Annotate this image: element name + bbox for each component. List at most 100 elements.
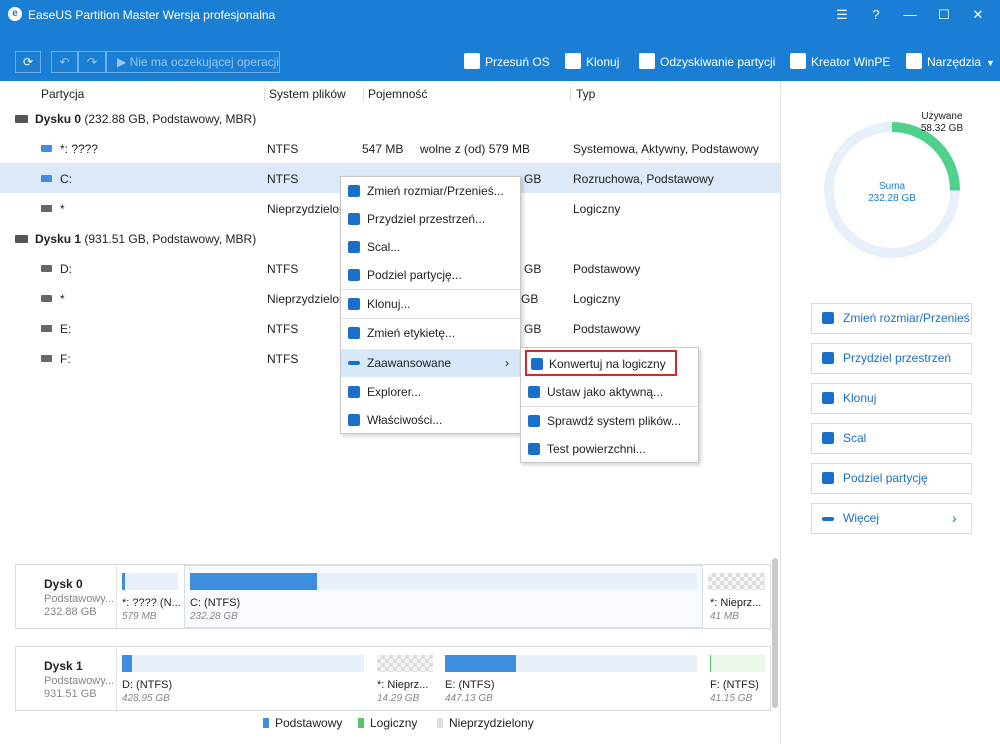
partition-filesystem: NTFS [267, 142, 299, 156]
partition-free: wolne z (od) 579 MB [420, 142, 531, 156]
chevron-right-icon: › [505, 356, 509, 370]
total-label: Suma [878, 181, 906, 192]
partition-type: Podstawowy [573, 322, 641, 336]
header-capacity[interactable]: Pojemność [368, 81, 427, 107]
disk-map-type: Podstawowy... [44, 675, 115, 687]
partition-bar-logical[interactable] [710, 655, 765, 672]
menu-item-surface-test[interactable]: Test powierzchni... [521, 435, 698, 463]
partition-filesystem: NTFS [267, 322, 299, 336]
chevron-down-icon: ▼ [986, 58, 995, 68]
undo-button[interactable]: ↶ [51, 51, 78, 73]
windows-icon [790, 53, 806, 69]
header-filesystem[interactable]: System plików [269, 81, 346, 107]
migrate-os-button[interactable]: Przesuń OS [464, 53, 550, 69]
properties-icon [348, 414, 360, 426]
table-row[interactable]: *: ???? NTFS 547 MB wolne z (od) 579 MB … [0, 133, 780, 163]
redo-button[interactable]: ↷ [78, 51, 106, 73]
action-label: Podziel partycję [843, 471, 928, 485]
menu-item-label: Zmień rozmiar/Przenieś... [367, 184, 504, 198]
partition-filesystem: NTFS [267, 172, 299, 186]
drive-icon [41, 355, 52, 362]
drive-icon [41, 265, 52, 272]
partition-type: Rozruchowa, Podstawowy [573, 172, 714, 186]
maximize-button[interactable]: ☐ [927, 0, 961, 29]
winpe-creator-label: Kreator WinPE [811, 55, 891, 69]
merge-button[interactable]: Scal [811, 423, 972, 454]
convert-icon [531, 358, 543, 370]
menu-item-split-partition[interactable]: Podziel partycję... [341, 261, 520, 289]
minimize-button[interactable]: — [893, 0, 927, 29]
disk-map-divider [116, 647, 117, 710]
resize-move-button[interactable]: Zmień rozmiar/Przenieś [811, 303, 972, 334]
disk-map-scrollbar[interactable] [772, 558, 778, 708]
menu-item-resize-move[interactable]: Zmień rozmiar/Przenieś... [341, 177, 520, 205]
partition-bar[interactable] [445, 655, 697, 672]
clone-label: Klonuj [586, 55, 620, 69]
disk-icon [15, 235, 28, 243]
partition-bar-label: C: (NTFS) [190, 597, 241, 609]
menu-item-label: Zaawansowane [367, 356, 452, 370]
menu-item-label: Zmień etykietę... [367, 326, 456, 340]
menu-icon[interactable]: ☰ [825, 0, 859, 29]
disk-map-type: Podstawowy... [44, 593, 115, 605]
disk-0-header[interactable]: Dysku 0 (232.88 GB, Podstawowy, MBR) [15, 112, 256, 126]
disk-1-header[interactable]: Dysku 1 (931.51 GB, Podstawowy, MBR) [15, 232, 256, 246]
partition-bar-fill [710, 655, 712, 672]
action-label: Zmień rozmiar/Przenieś [843, 311, 970, 325]
clone-partition-button[interactable]: Klonuj [811, 383, 972, 414]
menu-item-advanced[interactable]: Zaawansowane › [341, 349, 520, 377]
partition-bar-unallocated[interactable] [708, 573, 765, 590]
tools-button[interactable]: Narzędzia ▼ [906, 53, 995, 69]
partition-bar-label: *: ???? (N... [122, 597, 181, 609]
partition-bar-label: *: Nieprz... [710, 597, 762, 609]
menu-item-label: Test powierzchni... [547, 442, 646, 456]
migrate-icon [464, 53, 480, 69]
legend-label: Podstawowy [275, 716, 343, 730]
more-dots-icon [348, 361, 360, 365]
header-type[interactable]: Typ [576, 81, 595, 107]
menu-item-check-filesystem[interactable]: Sprawdź system plików... [521, 407, 698, 435]
drive-icon [41, 295, 52, 302]
partition-bar-unallocated[interactable] [377, 655, 433, 672]
help-icon[interactable]: ? [859, 0, 893, 29]
partition-recovery-button[interactable]: Odzyskiwanie partycji [639, 53, 775, 69]
pending-operations-button[interactable]: ▶ Nie ma oczekującej operacji [106, 51, 280, 73]
winpe-creator-button[interactable]: Kreator WinPE [790, 53, 890, 69]
menu-item-properties[interactable]: Właściwości... [341, 406, 520, 434]
main-toolbar: ⟳ ↶ ↷ ▶ Nie ma oczekującej operacji Prze… [0, 29, 1000, 81]
refresh-button[interactable]: ⟳ [15, 51, 41, 73]
more-button[interactable]: Więcej › [811, 503, 972, 534]
partition-bar-size: 447.13 GB [445, 693, 493, 704]
disk-map-size: 232.88 GB [44, 606, 97, 618]
partition-name: C: [60, 172, 72, 186]
disk-0-info: (232.88 GB, Podstawowy, MBR) [81, 112, 257, 126]
tag-icon [348, 327, 360, 339]
menu-item-set-active[interactable]: Ustaw jako aktywną... [521, 378, 698, 406]
menu-item-label: Konwertuj na logiczny [549, 357, 666, 371]
menu-item-change-label[interactable]: Zmień etykietę... [341, 319, 520, 347]
legend-label: Nieprzydzielony [449, 716, 534, 730]
clone-button[interactable]: Klonuj [565, 53, 619, 69]
close-button[interactable]: ✕ [961, 0, 995, 29]
split-partition-button[interactable]: Podziel partycję [811, 463, 972, 494]
partition-bar[interactable] [122, 655, 364, 672]
header-divider [570, 87, 571, 101]
menu-item-merge[interactable]: Scal... [341, 233, 520, 261]
action-label: Przydziel przestrzeń [843, 351, 952, 365]
menu-item-clone[interactable]: Klonuj... [341, 290, 520, 318]
menu-item-convert-to-logical[interactable]: Konwertuj na logiczny [525, 350, 677, 376]
header-partition[interactable]: Partycja [41, 81, 84, 107]
merge-icon [348, 241, 360, 253]
menu-item-label: Podziel partycję... [367, 268, 462, 282]
partition-size: GB [521, 292, 539, 306]
system-partition-icon [41, 175, 52, 182]
menu-item-allocate-space[interactable]: Przydziel przestrzeń... [341, 205, 520, 233]
allocate-space-button[interactable]: Przydziel przestrzeń [811, 343, 972, 374]
partition-bar-fill [122, 655, 132, 672]
legend-swatch [263, 718, 269, 728]
disk-map-0: Dysk 0 Podstawowy... 232.88 GB *: ???? (… [15, 564, 771, 629]
menu-item-explorer[interactable]: Explorer... [341, 378, 520, 406]
partition-bar[interactable] [190, 573, 697, 590]
partition-bar[interactable] [122, 573, 178, 590]
split-icon [822, 472, 834, 484]
